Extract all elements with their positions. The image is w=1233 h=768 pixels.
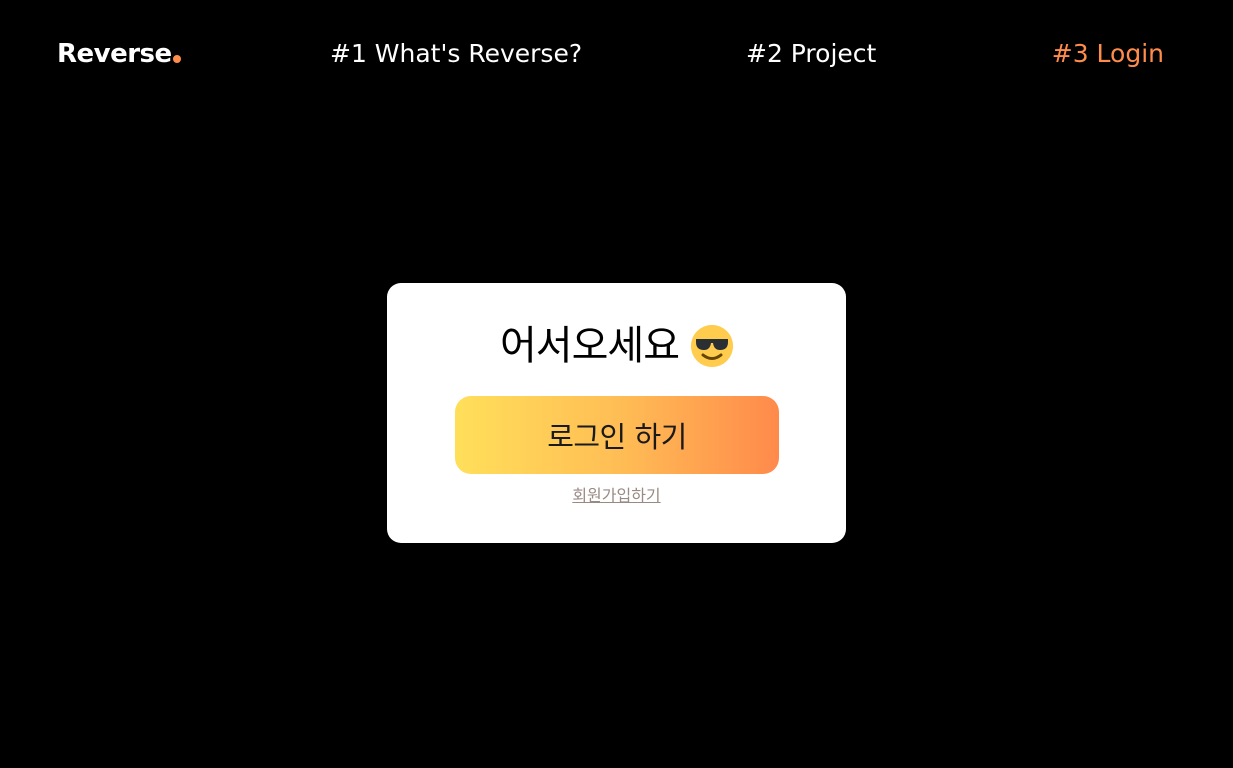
welcome-title: 어서오세요: [500, 323, 680, 369]
welcome-heading: 어서오세요: [387, 321, 846, 371]
logo-text: Reverse: [57, 39, 172, 69]
smiling-face-with-sunglasses-icon: [691, 325, 733, 367]
nav-link-login[interactable]: #3 Login: [1052, 36, 1164, 72]
login-card: 어서오세요 로그인 하기 회원가입하기: [387, 283, 846, 543]
nav-link-whats-reverse[interactable]: #1 What's Reverse?: [330, 36, 582, 72]
login-page: Reverse #1 What's Reverse? #2 Project #3…: [0, 0, 1233, 768]
logo-dot-icon: [172, 55, 181, 63]
nav-link-project[interactable]: #2 Project: [746, 36, 876, 72]
logo[interactable]: Reverse: [57, 36, 181, 72]
login-button[interactable]: 로그인 하기: [455, 396, 779, 474]
signup-link[interactable]: 회원가입하기: [387, 485, 846, 507]
